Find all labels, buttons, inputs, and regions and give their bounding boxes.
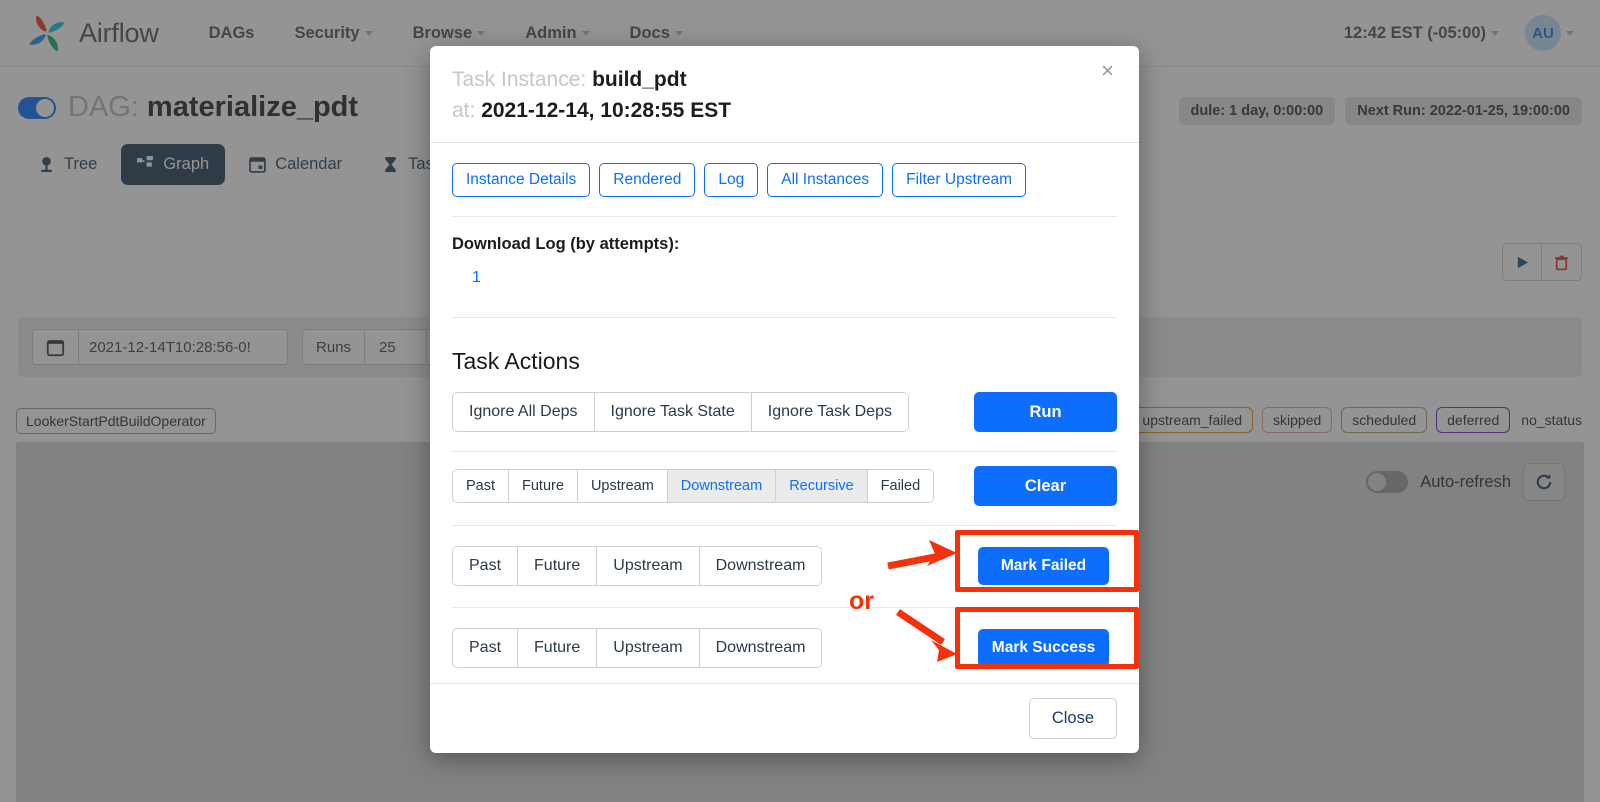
clear-action-row: Past Future Upstream Downstream Recursiv… [452, 466, 1117, 506]
filter-upstream-button[interactable]: Filter Upstream [892, 163, 1027, 197]
download-log-attempt-1[interactable]: 1 [472, 269, 1117, 287]
clear-future-button[interactable]: Future [508, 469, 577, 503]
modal-title-key: Task Instance: [452, 68, 587, 91]
close-icon[interactable]: × [1095, 59, 1120, 83]
mark-failed-upstream-button[interactable]: Upstream [596, 546, 699, 586]
divider [452, 317, 1117, 318]
mark-success-downstream-button[interactable]: Downstream [698, 628, 823, 668]
download-log-title: Download Log (by attempts): [452, 235, 680, 253]
clear-options-group: Past Future Upstream Downstream Recursiv… [452, 469, 935, 503]
task-actions-title: Task Actions [452, 348, 580, 374]
clear-upstream-button[interactable]: Upstream [576, 469, 667, 503]
ignore-task-deps-button[interactable]: Ignore Task Deps [750, 392, 909, 432]
run-action-row: Ignore All Deps Ignore Task State Ignore… [452, 392, 1117, 432]
mark-success-action-row: Past Future Upstream Downstream Mark Suc… [452, 628, 1117, 668]
divider [452, 525, 1117, 526]
clear-failed-button[interactable]: Failed [866, 469, 935, 503]
divider [452, 451, 1117, 452]
log-button[interactable]: Log [704, 163, 759, 197]
run-options-group: Ignore All Deps Ignore Task State Ignore… [452, 392, 909, 432]
rendered-button[interactable]: Rendered [599, 163, 696, 197]
modal-body: Instance Details Rendered Log All Instan… [430, 143, 1139, 683]
task-instance-modal: Task Instance: build_pdt at: 2021-12-14,… [430, 46, 1139, 753]
modal-title-line: Task Instance: build_pdt [452, 64, 1117, 95]
ignore-task-state-button[interactable]: Ignore Task State [593, 392, 751, 432]
all-instances-button[interactable]: All Instances [767, 163, 884, 197]
run-button[interactable]: Run [974, 392, 1117, 432]
mark-failed-downstream-button[interactable]: Downstream [698, 546, 823, 586]
modal-header: Task Instance: build_pdt at: 2021-12-14,… [430, 46, 1139, 143]
instance-link-buttons: Instance Details Rendered Log All Instan… [452, 163, 1117, 197]
clear-downstream-button[interactable]: Downstream [666, 469, 776, 503]
modal-at-value: 2021-12-14, 10:28:55 EST [481, 99, 732, 122]
modal-title-value: build_pdt [592, 68, 687, 91]
clear-button[interactable]: Clear [974, 466, 1117, 506]
mark-success-upstream-button[interactable]: Upstream [596, 628, 699, 668]
mark-success-button[interactable]: Mark Success [978, 629, 1109, 667]
modal-at-line: at: 2021-12-14, 10:28:55 EST [452, 95, 1117, 126]
ignore-all-deps-button[interactable]: Ignore All Deps [452, 392, 594, 432]
modal-footer: Close [430, 683, 1139, 753]
instance-details-button[interactable]: Instance Details [452, 163, 591, 197]
clear-past-button[interactable]: Past [452, 469, 509, 503]
mark-success-options-group: Past Future Upstream Downstream [452, 628, 823, 668]
modal-at-key: at: [452, 99, 476, 122]
divider [452, 607, 1117, 608]
mark-failed-options-group: Past Future Upstream Downstream [452, 546, 823, 586]
mark-failed-future-button[interactable]: Future [517, 546, 597, 586]
mark-failed-action-row: Past Future Upstream Downstream Mark Fai… [452, 546, 1117, 586]
mark-failed-button[interactable]: Mark Failed [978, 547, 1109, 585]
divider [452, 216, 1117, 217]
mark-failed-past-button[interactable]: Past [452, 546, 518, 586]
mark-success-future-button[interactable]: Future [517, 628, 597, 668]
close-button[interactable]: Close [1028, 698, 1117, 739]
mark-success-past-button[interactable]: Past [452, 628, 518, 668]
clear-recursive-button[interactable]: Recursive [775, 469, 867, 503]
